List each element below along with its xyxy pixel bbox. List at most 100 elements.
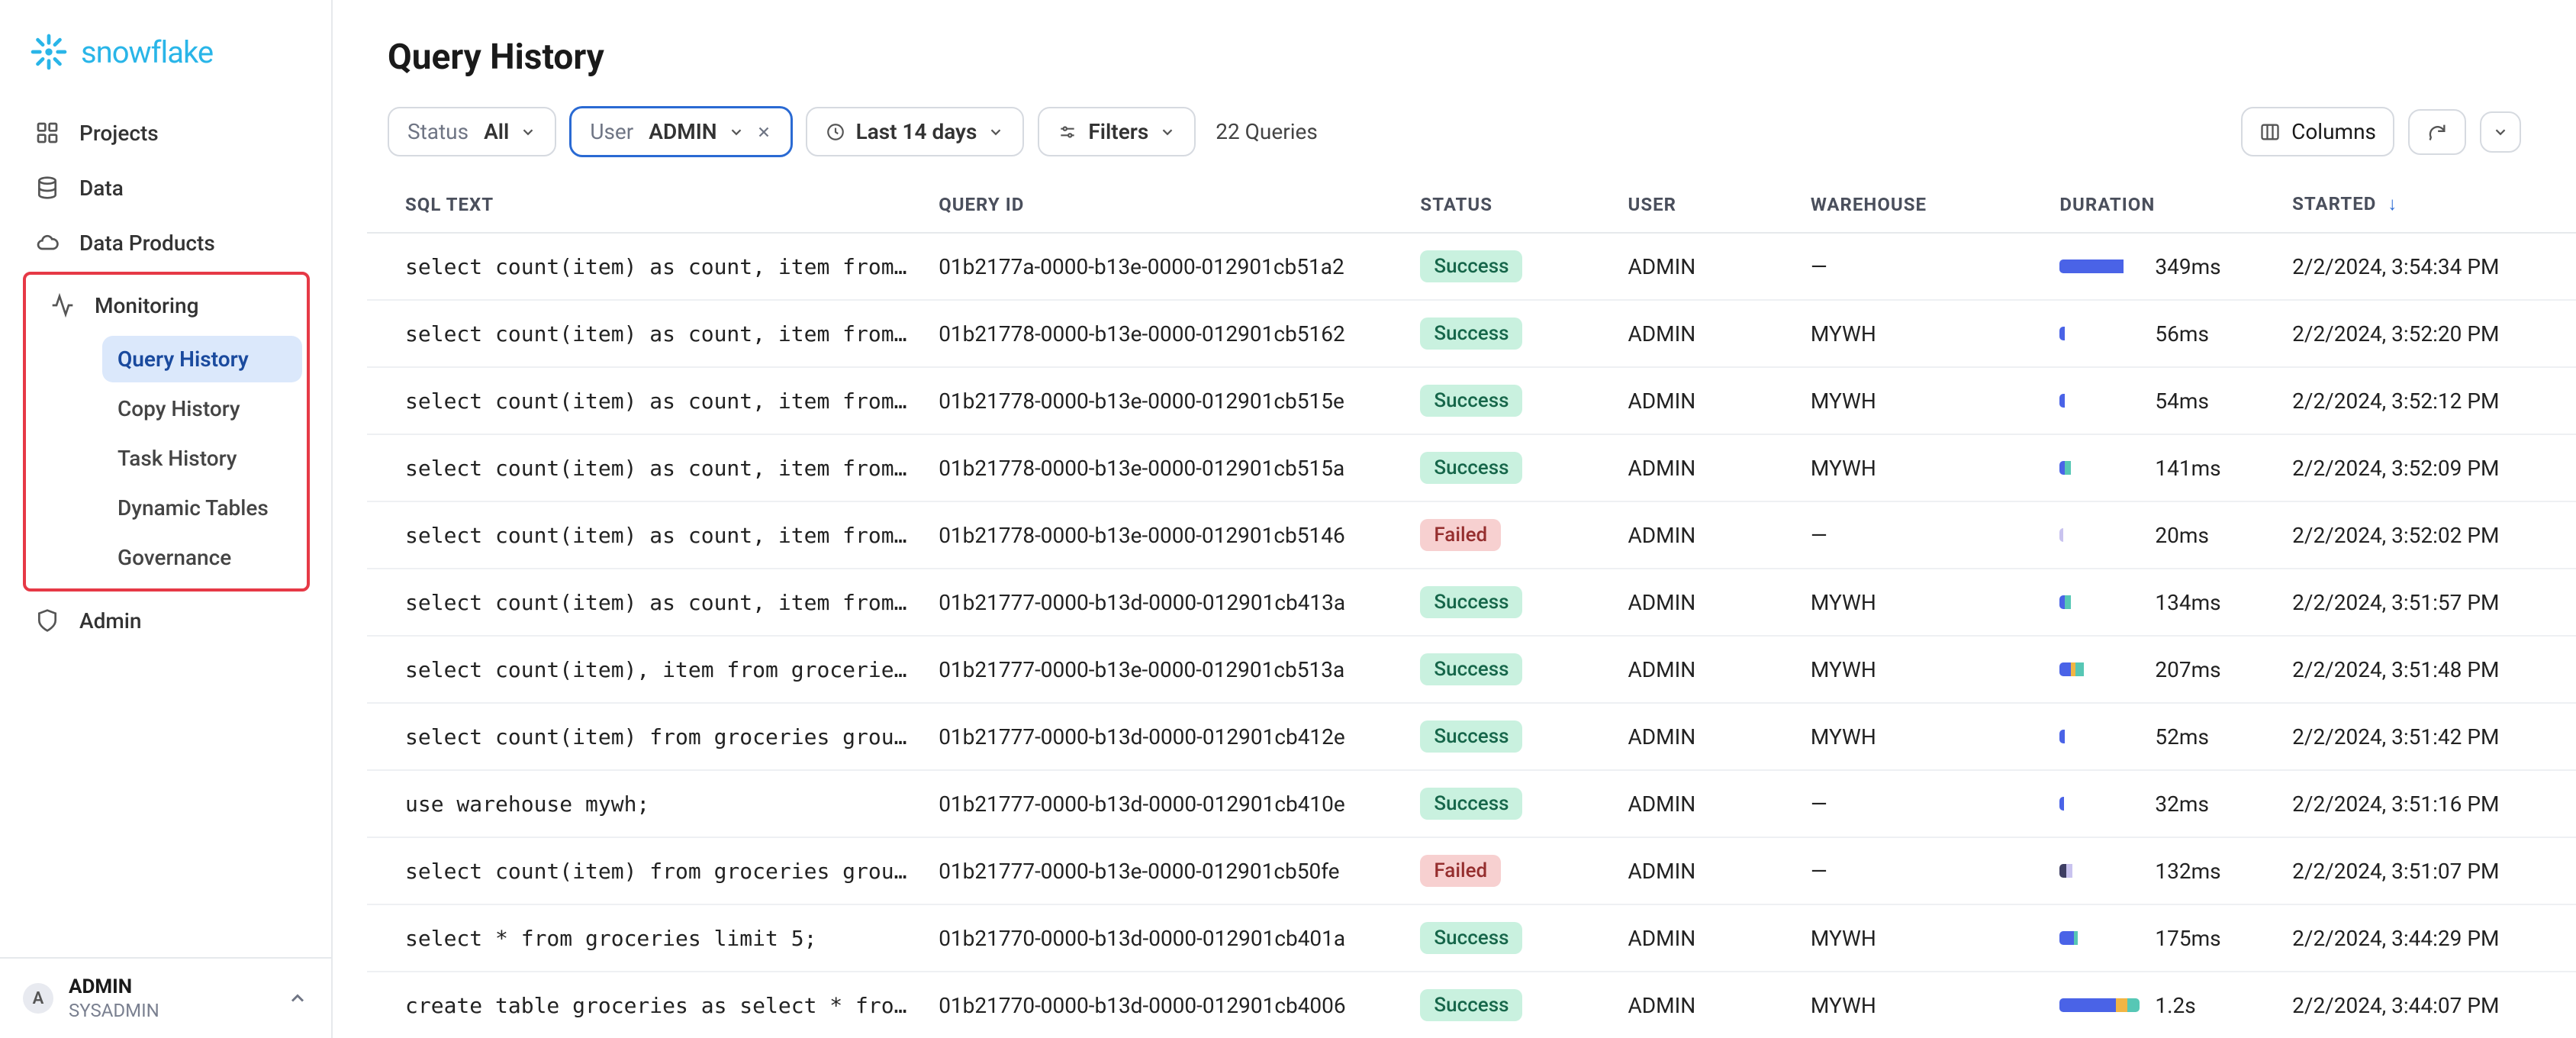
- table-row[interactable]: select count(item) as count, item from g…: [367, 300, 2576, 367]
- cell-duration: 52ms: [2044, 703, 2277, 770]
- cell-warehouse: —: [1795, 837, 2045, 904]
- nav-dynamic-tables[interactable]: Dynamic Tables: [102, 485, 302, 531]
- table-row[interactable]: select count(item) from groceries group …: [367, 703, 2576, 770]
- cell-query-id: 01b21777-0000-b13d-0000-012901cb410e: [923, 770, 1405, 837]
- status-badge: Failed: [1420, 855, 1501, 887]
- nav-query-history[interactable]: Query History: [102, 336, 302, 382]
- sort-desc-icon: ↓: [2388, 193, 2397, 214]
- clock-icon: [826, 122, 845, 142]
- cell-sql: select count(item) as count, item from g…: [367, 367, 923, 434]
- cell-duration: 32ms: [2044, 770, 2277, 837]
- cell-status: Success: [1405, 972, 1612, 1038]
- user-meta: ADMIN SYSADMIN: [69, 975, 272, 1021]
- cell-warehouse: MYWH: [1795, 569, 2045, 636]
- shield-icon: [34, 607, 61, 634]
- close-icon[interactable]: [755, 124, 772, 140]
- table-row[interactable]: select count(item) as count, item from g…: [367, 233, 2576, 300]
- th-started[interactable]: STARTED ↓: [2277, 176, 2576, 233]
- cell-warehouse: MYWH: [1795, 636, 2045, 703]
- table-row[interactable]: select count(item) as count, item from g…: [367, 434, 2576, 501]
- filter-status[interactable]: Status All: [388, 107, 556, 156]
- table-row[interactable]: create table groceries as select * from …: [367, 972, 2576, 1038]
- cell-sql: select count(item) as count, item from g…: [367, 233, 923, 300]
- filter-user[interactable]: User ADMIN: [570, 107, 791, 156]
- cell-duration: 349ms: [2044, 233, 2277, 300]
- cell-user: ADMIN: [1613, 904, 1795, 972]
- nav-task-history[interactable]: Task History: [102, 435, 302, 482]
- cell-query-id: 01b21777-0000-b13e-0000-012901cb50fe: [923, 837, 1405, 904]
- cell-user: ADMIN: [1613, 636, 1795, 703]
- duration-bar: [2059, 595, 2140, 609]
- table-wrapper[interactable]: SQL TEXT QUERY ID STATUS USER WAREHOUSE …: [333, 176, 2576, 1038]
- sidebar: snowflake Projects Data Data Products Mo…: [0, 0, 333, 1038]
- table-row[interactable]: select count(item) from groceries group …: [367, 837, 2576, 904]
- cell-duration: 56ms: [2044, 300, 2277, 367]
- cell-started: 2/2/2024, 3:52:09 PM: [2277, 434, 2576, 501]
- th-sql[interactable]: SQL TEXT: [367, 176, 923, 233]
- refresh-button[interactable]: [2408, 109, 2466, 155]
- filter-daterange[interactable]: Last 14 days: [806, 107, 1025, 156]
- cell-sql: select count(item) as count, item from g…: [367, 300, 923, 367]
- cell-status: Failed: [1405, 501, 1612, 569]
- cell-started: 2/2/2024, 3:51:16 PM: [2277, 770, 2576, 837]
- brand-logo[interactable]: snowflake: [0, 0, 331, 96]
- duration-text: 32ms: [2155, 791, 2208, 817]
- cell-warehouse: MYWH: [1795, 367, 2045, 434]
- cell-duration: 175ms: [2044, 904, 2277, 972]
- columns-label: Columns: [2291, 119, 2376, 144]
- duration-text: 141ms: [2155, 456, 2220, 481]
- cell-user: ADMIN: [1613, 770, 1795, 837]
- th-duration[interactable]: DURATION: [2044, 176, 2277, 233]
- table-row[interactable]: select count(item) as count, item from g…: [367, 367, 2576, 434]
- user-role: SYSADMIN: [69, 1000, 272, 1021]
- filter-more[interactable]: Filters: [1038, 107, 1196, 156]
- th-warehouse[interactable]: WAREHOUSE: [1795, 176, 2045, 233]
- cell-query-id: 01b2177a-0000-b13e-0000-012901cb51a2: [923, 233, 1405, 300]
- snowflake-icon: [27, 31, 70, 73]
- th-user[interactable]: USER: [1613, 176, 1795, 233]
- duration-bar: [2059, 797, 2140, 811]
- cell-warehouse: —: [1795, 233, 2045, 300]
- cell-sql: select * from groceries limit 5;: [367, 904, 923, 972]
- nav-copy-history[interactable]: Copy History: [102, 385, 302, 432]
- cell-warehouse: —: [1795, 501, 2045, 569]
- nav-data-products[interactable]: Data Products: [15, 215, 316, 270]
- cell-user: ADMIN: [1613, 972, 1795, 1038]
- monitoring-submenu: Query History Copy History Task History …: [31, 336, 302, 581]
- cell-query-id: 01b21778-0000-b13e-0000-012901cb5162: [923, 300, 1405, 367]
- nav-projects[interactable]: Projects: [15, 105, 316, 160]
- duration-bar: [2059, 260, 2140, 273]
- cell-warehouse: MYWH: [1795, 703, 2045, 770]
- nav-governance[interactable]: Governance: [102, 534, 302, 581]
- cell-status: Success: [1405, 770, 1612, 837]
- table-row[interactable]: select count(item), item from groceries …: [367, 636, 2576, 703]
- cell-query-id: 01b21770-0000-b13d-0000-012901cb401a: [923, 904, 1405, 972]
- cell-sql: select count(item), item from groceries …: [367, 636, 923, 703]
- table-row[interactable]: select * from groceries limit 5;01b21770…: [367, 904, 2576, 972]
- cell-started: 2/2/2024, 3:54:34 PM: [2277, 233, 2576, 300]
- status-badge: Success: [1420, 788, 1522, 820]
- cell-duration: 54ms: [2044, 367, 2277, 434]
- filter-status-label: Status: [407, 119, 469, 144]
- refresh-menu-button[interactable]: [2480, 111, 2521, 153]
- nav-monitoring[interactable]: Monitoring: [31, 278, 302, 333]
- th-query-id[interactable]: QUERY ID: [923, 176, 1405, 233]
- table-row[interactable]: select count(item) as count, item from g…: [367, 569, 2576, 636]
- user-footer[interactable]: A ADMIN SYSADMIN: [0, 957, 331, 1038]
- cell-sql: select count(item) as count, item from g…: [367, 434, 923, 501]
- table-row[interactable]: select count(item) as count, item from g…: [367, 501, 2576, 569]
- cell-started: 2/2/2024, 3:51:42 PM: [2277, 703, 2576, 770]
- nav-admin[interactable]: Admin: [15, 593, 316, 648]
- cell-query-id: 01b21777-0000-b13d-0000-012901cb412e: [923, 703, 1405, 770]
- status-badge: Success: [1420, 922, 1522, 954]
- columns-button[interactable]: Columns: [2241, 107, 2394, 156]
- table-row[interactable]: use warehouse mywh;01b21777-0000-b13d-00…: [367, 770, 2576, 837]
- cell-status: Success: [1405, 434, 1612, 501]
- cell-user: ADMIN: [1613, 367, 1795, 434]
- refresh-icon: [2426, 121, 2448, 143]
- th-status[interactable]: STATUS: [1405, 176, 1612, 233]
- nav-data[interactable]: Data: [15, 160, 316, 215]
- user-name: ADMIN: [69, 975, 272, 998]
- status-badge: Success: [1420, 385, 1522, 417]
- duration-text: 134ms: [2155, 590, 2220, 615]
